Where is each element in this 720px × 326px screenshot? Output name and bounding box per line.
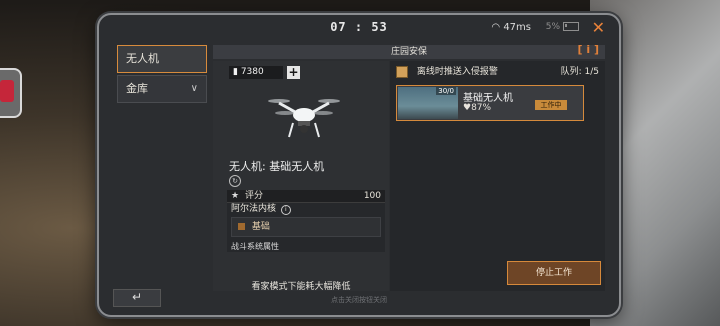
core-chip-icon <box>238 223 245 230</box>
core-slot[interactable]: 基础 <box>231 217 381 237</box>
drone-detail-panel: ▮ 7380 + 无人机: 基础无人机 ↻ ★ 评分 100 阿尔法内核 i 基… <box>213 61 389 292</box>
battery-small-icon: ▮ <box>233 67 238 77</box>
card-drone-name: 基础无人机 <box>463 93 513 104</box>
wifi-status: ◠ 47ms <box>491 22 531 33</box>
sidebar-item-drone[interactable]: 无人机 <box>117 45 207 73</box>
drone-info-icon[interactable]: ↻ <box>229 175 241 187</box>
card-health: ♥87% <box>463 103 492 113</box>
battery-text: 5% <box>545 22 560 32</box>
battery-status: 5% <box>546 22 579 32</box>
ping-text: 47ms <box>503 22 531 33</box>
resource-counter: ▮ 7380 <box>229 66 283 79</box>
security-panel: 离线时推送入侵报警 队列: 1/5 30/0 基础无人机 ♥87% 工作中 <box>390 61 605 291</box>
stop-work-button[interactable]: 停止工作 <box>507 261 601 285</box>
close-hint: 点击关闭按钮关闭 <box>331 296 387 304</box>
section-header: 庄园安保 [ i ] <box>213 43 605 59</box>
wifi-icon: ◠ <box>491 22 501 33</box>
queue-count: 队列: 1/5 <box>560 67 599 77</box>
core-info-icon[interactable]: i <box>280 205 291 215</box>
combat-label: 战斗系统属性 <box>231 242 279 251</box>
sidebar: 无人机 金库 ∨ <box>117 45 207 105</box>
drone-queue-card[interactable]: 30/0 基础无人机 ♥87% 工作中 <box>396 85 584 121</box>
background-hud-icon <box>0 68 22 118</box>
sidebar-item-vault[interactable]: 金库 ∨ <box>117 75 207 103</box>
star-icon: ★ <box>231 191 240 201</box>
core-value: 基础 <box>251 222 270 232</box>
alert-checkbox[interactable] <box>396 65 408 78</box>
battery-icon <box>563 22 579 31</box>
core-label: 阿尔法内核 <box>231 204 277 214</box>
info-icon[interactable]: [ i ] <box>578 43 599 57</box>
score-row: ★ 评分 100 <box>227 190 385 203</box>
resource-value: 7380 <box>240 67 264 77</box>
add-resource-button[interactable]: + <box>287 66 300 79</box>
alert-setting-row: 离线时推送入侵报警 队列: 1/5 <box>396 65 599 79</box>
sidebar-item-label: 无人机 <box>126 52 159 65</box>
close-icon[interactable]: ✕ <box>592 18 605 37</box>
security-window: 07 : 53 ◠ 47ms 5% ✕ 无人机 金库 ∨ 庄园安保 [ i ] … <box>97 13 621 317</box>
section-title: 庄园安保 <box>390 47 427 57</box>
score-value: 100 <box>363 191 381 201</box>
status-bar: 07 : 53 ◠ 47ms 5% ✕ <box>99 15 619 41</box>
mode-note: 看家模式下能耗大幅降低 <box>251 282 351 292</box>
alert-label: 离线时推送入侵报警 <box>416 67 498 77</box>
drone-count: 30/0 <box>436 87 456 95</box>
drone-image <box>268 99 340 138</box>
drone-thumbnail: 30/0 <box>398 87 458 119</box>
status-badge: 工作中 <box>535 100 567 110</box>
score-label: 评分 <box>244 191 263 201</box>
drone-title: 无人机: 基础无人机 <box>229 160 325 173</box>
chevron-down-icon: ∨ <box>190 83 198 94</box>
sidebar-item-label: 金库 <box>126 82 148 95</box>
clock: 07 : 53 <box>330 20 388 34</box>
drone-stats: ★ 评分 100 阿尔法内核 i 基础 战斗系统属性 <box>227 190 385 252</box>
core-row: 阿尔法内核 i <box>227 203 385 215</box>
